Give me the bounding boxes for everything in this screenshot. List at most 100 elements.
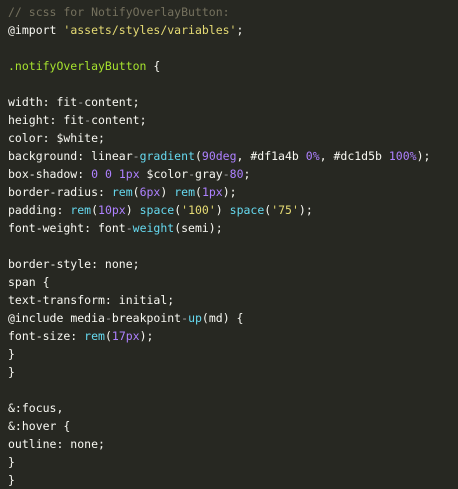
code-token: font-weight: font xyxy=(8,221,126,235)
code-line: background: linear-gradient(90deg, #df1a… xyxy=(8,147,458,165)
code-token: (md) xyxy=(201,311,237,325)
code-token: &:focus, xyxy=(8,401,64,415)
code-line: &:focus, xyxy=(8,399,458,417)
code-token: height: fit xyxy=(8,113,85,127)
code-token: rem xyxy=(111,185,133,199)
code-token: 1px xyxy=(201,185,223,199)
code-line: } xyxy=(8,453,458,471)
code-line: text-transform: initial; xyxy=(8,291,458,309)
code-token: } xyxy=(8,455,15,469)
code-line: font-size: rem(17px); xyxy=(8,327,458,345)
code-token: text-transform: initial; xyxy=(8,293,175,307)
code-token: - xyxy=(188,167,196,181)
code-token: padding: xyxy=(8,203,71,217)
code-token: ( xyxy=(195,185,202,199)
code-token: - xyxy=(125,221,133,235)
code-token: , #df1a4b xyxy=(236,149,306,163)
code-token: rem xyxy=(84,329,105,343)
code-line: } xyxy=(8,363,458,381)
code-token: $color xyxy=(139,167,189,181)
code-token: weight xyxy=(132,221,175,235)
code-token: { xyxy=(153,59,161,73)
code-token: '75' xyxy=(271,203,299,217)
code-token: rem xyxy=(70,203,92,217)
code-line: color: $white; xyxy=(8,129,458,147)
code-line: border-radius: rem(6px) rem(1px); xyxy=(8,183,458,201)
code-token: ); xyxy=(139,329,154,343)
code-token: - xyxy=(222,167,230,181)
code-token: - xyxy=(104,311,112,325)
code-token: media xyxy=(70,311,105,325)
code-token: .notifyOverlayButton xyxy=(8,59,154,73)
code-token: content; xyxy=(84,95,140,109)
code-token: ); xyxy=(298,203,313,217)
code-line: border-style: none; xyxy=(8,255,458,273)
code-line: } xyxy=(8,471,458,489)
code-line: } xyxy=(8,345,458,363)
code-line: width: fit-content; xyxy=(8,93,458,111)
code-token: outline: none; xyxy=(8,437,105,451)
code-token: ( xyxy=(104,329,112,343)
code-token: border-style: none; xyxy=(8,257,140,271)
code-line: height: fit-content; xyxy=(8,111,458,129)
code-token: ( xyxy=(132,185,140,199)
code-line: box-shadow: 0 0 1px $color-gray-80; xyxy=(8,165,458,183)
code-token: ); xyxy=(222,185,237,199)
code-token: 0 xyxy=(104,167,112,181)
code-token: { xyxy=(236,311,244,325)
code-token: ) xyxy=(215,203,230,217)
code-token: gradient xyxy=(139,149,195,163)
code-editor[interactable]: // scss for NotifyOverlayButton: @import … xyxy=(0,0,458,489)
code-token: 1px xyxy=(118,167,140,181)
code-token: ; xyxy=(236,23,244,37)
code-token: @import xyxy=(8,23,64,37)
code-token: { xyxy=(42,275,50,289)
code-token: ( xyxy=(91,203,99,217)
code-token: border-radius: xyxy=(8,185,112,199)
code-token: } xyxy=(8,347,15,361)
code-token: @include xyxy=(8,311,71,325)
code-token: 100% xyxy=(388,149,417,163)
code-token: ) xyxy=(125,203,140,217)
code-token: 80 xyxy=(229,167,244,181)
code-token: gray xyxy=(195,167,223,181)
code-line: font-weight: font-weight(semi); xyxy=(8,219,458,237)
code-token: width: fit xyxy=(8,95,78,109)
code-token: up xyxy=(188,311,202,325)
code-line: .notifyOverlayButton { xyxy=(8,57,458,75)
code-token: - xyxy=(132,149,140,163)
code-token: 0% xyxy=(305,149,320,163)
code-token: ) xyxy=(160,185,175,199)
code-token: space xyxy=(229,203,265,217)
code-token: &:hover xyxy=(8,419,64,433)
code-token: (semi); xyxy=(174,221,223,235)
code-line: @include media-breakpoint-up(md) { xyxy=(8,309,458,327)
code-token: 6px xyxy=(139,185,161,199)
code-line: @import 'assets/styles/variables'; xyxy=(8,21,458,39)
code-line: padding: rem(10px) space('100') space('7… xyxy=(8,201,458,219)
code-token: color: $white; xyxy=(8,131,105,145)
code-token: background: linear xyxy=(8,149,133,163)
code-token: breakpoint xyxy=(111,311,182,325)
code-token: rem xyxy=(174,185,195,199)
code-token: } xyxy=(8,365,15,379)
code-token: 17px xyxy=(111,329,140,343)
code-token: box-shadow: xyxy=(8,167,92,181)
code-token: space xyxy=(139,203,175,217)
code-token: { xyxy=(63,419,71,433)
code-token: span xyxy=(8,275,43,289)
code-token: 0 xyxy=(91,167,99,181)
code-token: content; xyxy=(91,113,147,127)
code-token: '100' xyxy=(181,203,216,217)
code-token: ( xyxy=(194,149,202,163)
code-token: // scss for NotifyOverlayButton: xyxy=(8,5,230,19)
code-token: } xyxy=(8,473,15,487)
code-token: ; xyxy=(243,167,251,181)
code-token: 10px xyxy=(98,203,126,217)
code-token: 90deg xyxy=(201,149,237,163)
